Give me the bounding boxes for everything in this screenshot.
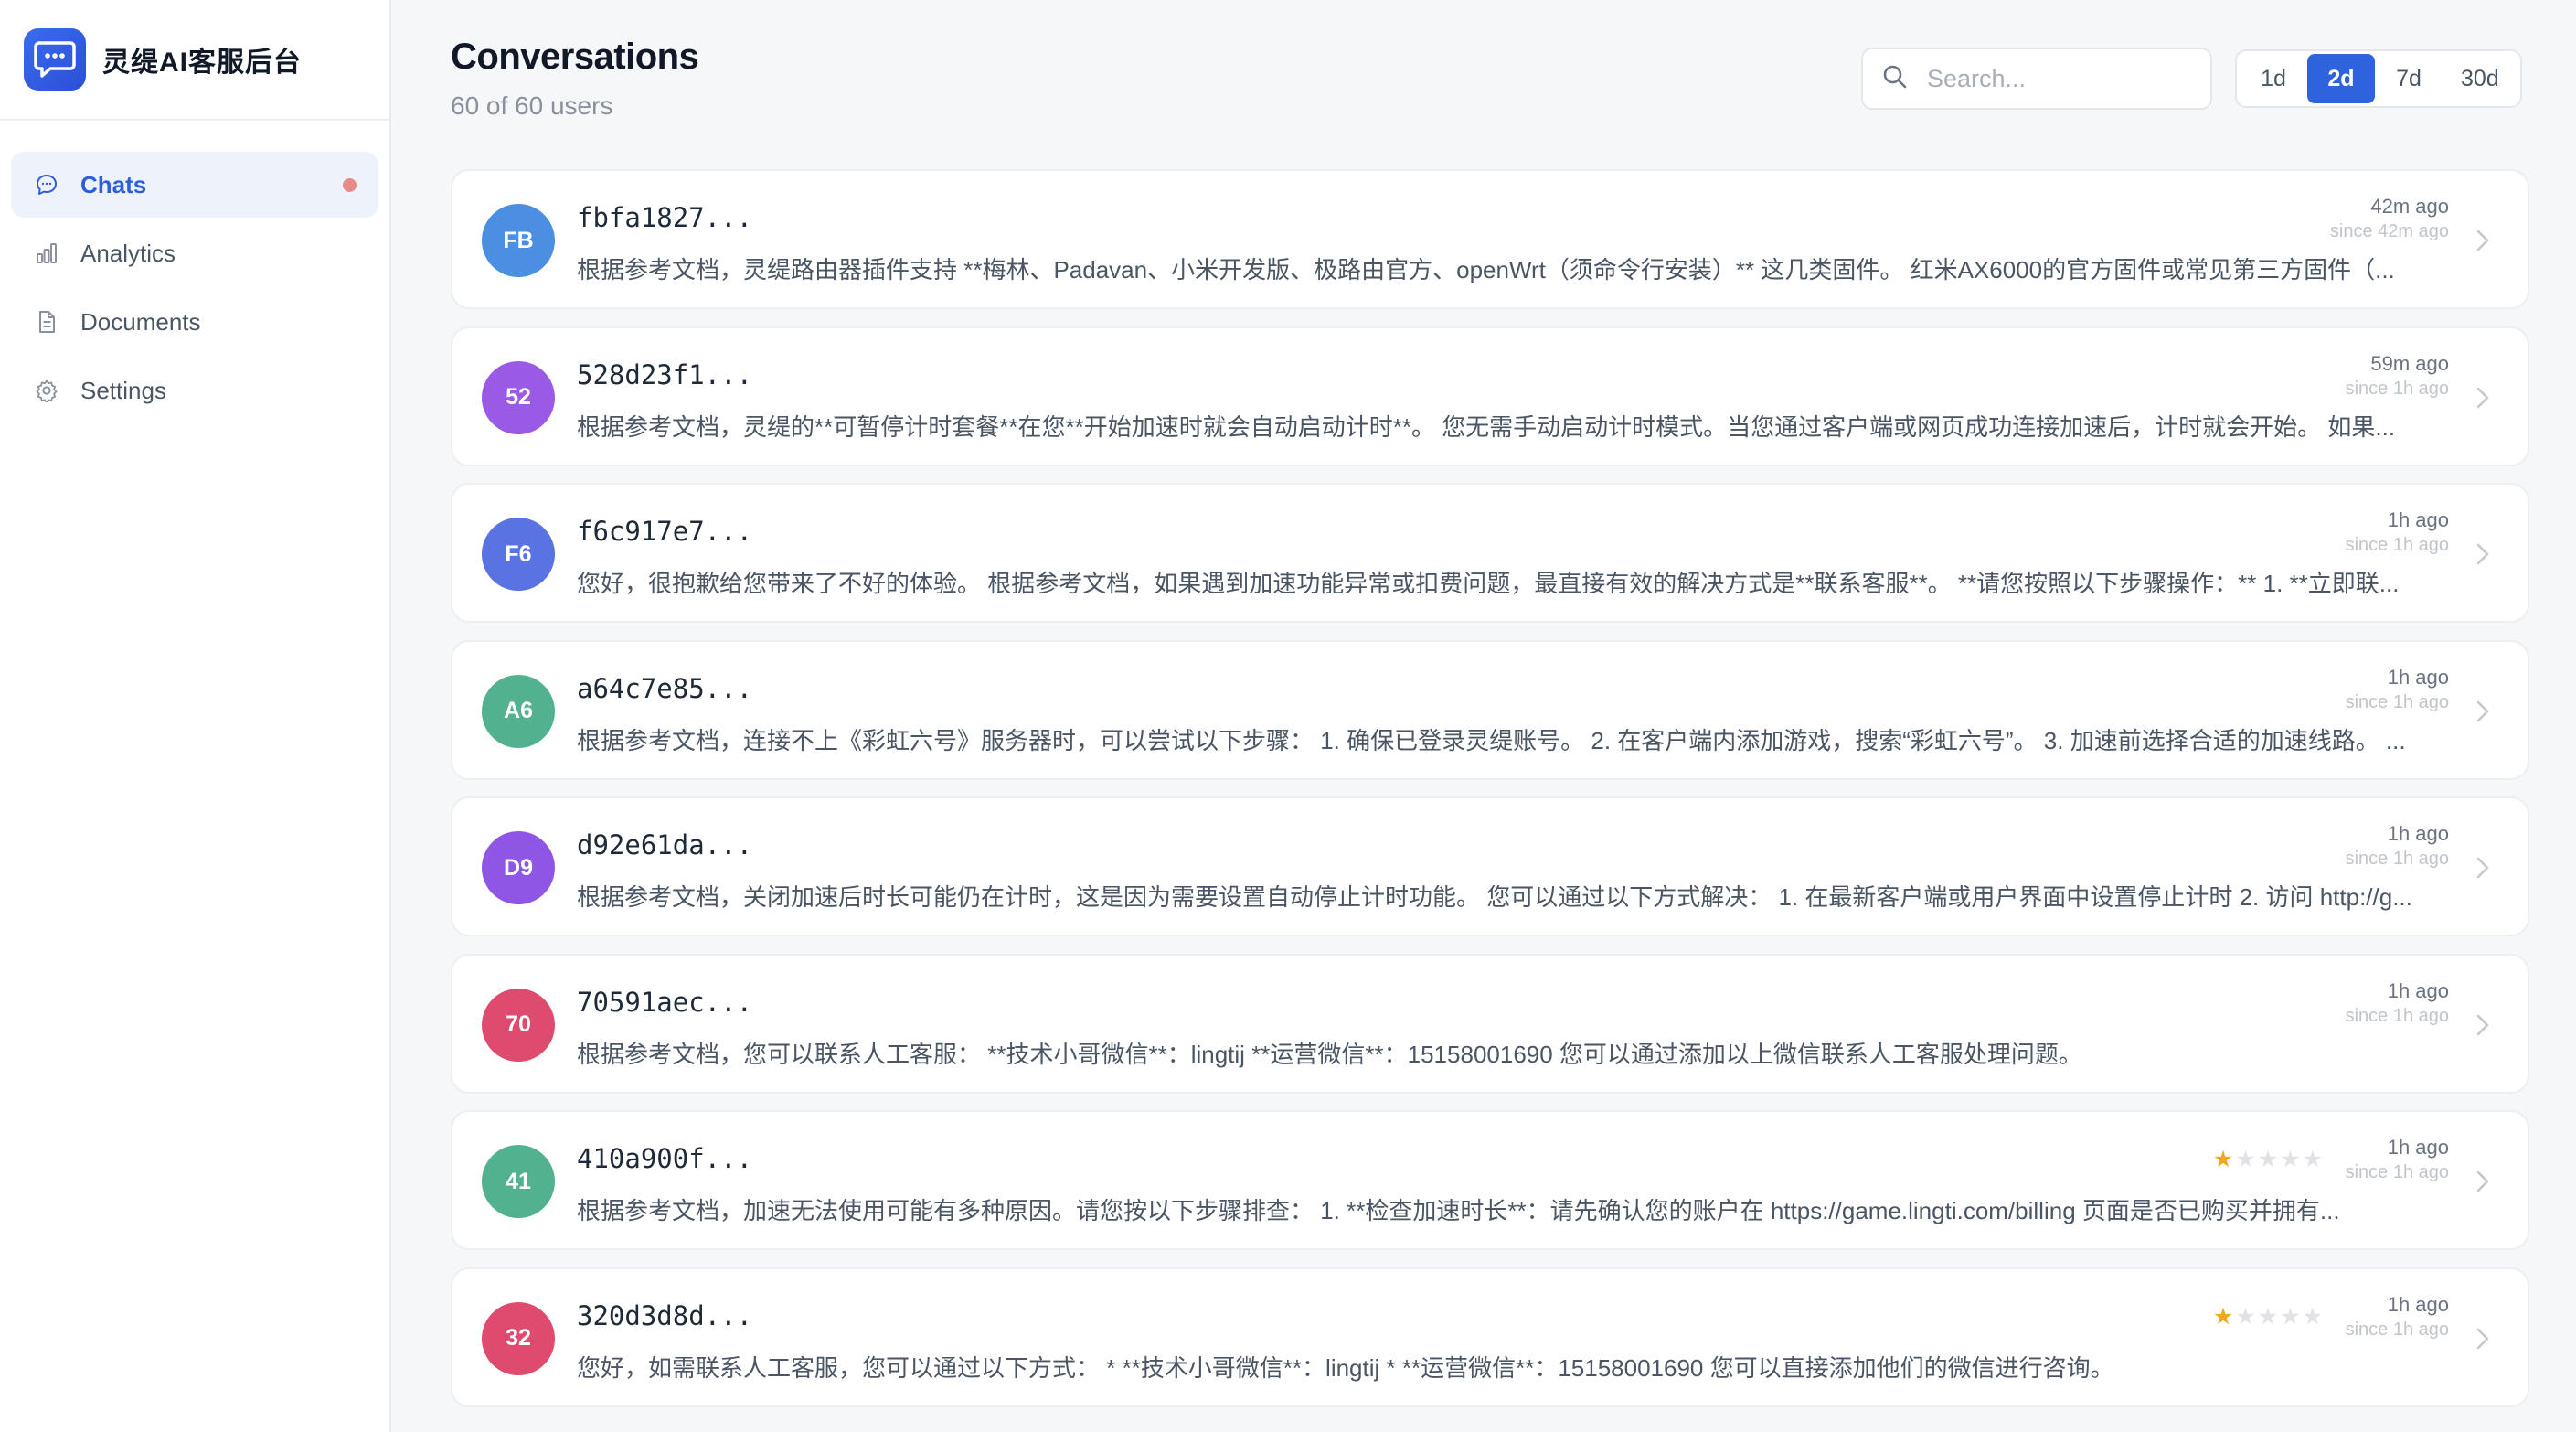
last-message-time: 1h ago: [2387, 1136, 2449, 1159]
range-1d-button[interactable]: 1d: [2240, 54, 2307, 103]
conversation-card[interactable]: 32 320d3d8d... 您好，如需联系人工客服，您可以通过以下方式： * **…: [451, 1266, 2529, 1407]
conversation-list: FB fbfa1827... 根据参考文档，灵缇路由器插件支持 **梅林、Padav…: [451, 169, 2529, 1424]
user-id: a64c7e85...: [577, 672, 753, 704]
since-time: since 1h ago: [2345, 1162, 2449, 1182]
avatar: 70: [482, 988, 555, 1062]
search-input[interactable]: [1925, 63, 2199, 94]
last-message-time: 1h ago: [2387, 822, 2449, 845]
last-message-time: 1h ago: [2387, 1292, 2449, 1316]
last-message-time: 59m ago: [2370, 351, 2449, 375]
sidebar-item-label: Chats: [80, 170, 147, 198]
user-count: 60 of 60 users: [451, 91, 613, 120]
message-preview: 根据参考文档，您可以联系人工客服： **技术小哥微信**：lingtij **运…: [577, 1040, 2082, 1068]
user-id: fbfa1827...: [577, 202, 753, 233]
range-30d-button[interactable]: 30d: [2443, 54, 2517, 103]
user-id: d92e61da...: [577, 829, 753, 860]
main-content: Conversations 60 of 60 users 1d 2d 7d 30…: [391, 0, 2576, 1432]
search-box[interactable]: [1861, 48, 2212, 110]
sidebar-nav: Chats Analytics Documents Settings: [0, 121, 389, 423]
last-message-time: 1h ago: [2387, 508, 2449, 531]
since-time: since 1h ago: [2345, 1319, 2449, 1340]
message-preview: 根据参考文档，关闭加速后时长可能仍在计时，这是因为需要设置自动停止计时功能。 您…: [577, 883, 2412, 911]
user-id: f6c917e7...: [577, 516, 753, 547]
star-icon: ★: [2302, 1303, 2323, 1330]
sidebar-item-settings[interactable]: Settings: [11, 358, 378, 423]
unread-badge: [343, 177, 357, 192]
conversation-card[interactable]: F6 f6c917e7... 您好，很抱歉给您带来了不好的体验。 根据参考文档，如果…: [451, 483, 2529, 623]
chevron-right-icon: [2469, 1007, 2496, 1043]
since-time: since 1h ago: [2345, 535, 2449, 555]
range-7d-button[interactable]: 7d: [2375, 54, 2443, 103]
search-icon: [1881, 63, 1909, 95]
sidebar-item-analytics[interactable]: Analytics: [11, 220, 378, 286]
rating-stars: ★ ★ ★ ★ ★: [2211, 1303, 2323, 1330]
gear-icon: [33, 377, 60, 404]
chevron-right-icon: [2469, 1320, 2496, 1357]
chevron-right-icon: [2469, 1163, 2496, 1200]
star-icon: ★: [2280, 1303, 2301, 1330]
star-icon: ★: [2212, 1303, 2234, 1330]
message-preview: 根据参考文档，连接不上《彩虹六号》服务器时，可以尝试以下步骤： 1. 确保已登录…: [577, 726, 2406, 754]
range-2d-button[interactable]: 2d: [2307, 54, 2375, 103]
sidebar-item-chats[interactable]: Chats: [11, 152, 378, 218]
sidebar-item-label: Analytics: [80, 239, 176, 267]
message-preview: 根据参考文档，灵缇路由器插件支持 **梅林、Padavan、小米开发版、极路由官…: [577, 256, 2395, 283]
sidebar: 灵缇AI客服后台 Chats Analytics Documents Setti…: [0, 0, 391, 1432]
last-message-time: 1h ago: [2387, 665, 2449, 689]
app-title: 灵缇AI客服后台: [102, 48, 302, 78]
document-icon: [33, 308, 60, 336]
avatar: 32: [482, 1301, 555, 1375]
sidebar-item-label: Settings: [80, 376, 166, 404]
avatar: 52: [482, 360, 555, 434]
star-icon: ★: [2302, 1147, 2323, 1172]
star-icon: ★: [2235, 1147, 2256, 1172]
user-id: 410a900f...: [577, 1143, 753, 1174]
chevron-right-icon: [2469, 379, 2496, 416]
star-icon: ★: [2257, 1303, 2279, 1330]
since-time: since 42m ago: [2329, 221, 2449, 241]
page-title: Conversations: [451, 37, 699, 77]
since-time: since 1h ago: [2345, 849, 2449, 869]
conversation-card[interactable]: A6 a64c7e85... 根据参考文档，连接不上《彩虹六号》服务器时，可以尝试以…: [451, 639, 2529, 780]
message-preview: 您好，如需联系人工客服，您可以通过以下方式： * **技术小哥微信**：ling…: [577, 1353, 2114, 1382]
message-preview: 根据参考文档，加速无法使用可能有多种原因。请您按以下步骤排查： 1. **检查加…: [577, 1197, 2340, 1224]
since-time: since 1h ago: [2345, 1005, 2449, 1026]
avatar: FB: [482, 204, 555, 277]
since-time: since 1h ago: [2345, 691, 2449, 712]
conversation-card[interactable]: FB fbfa1827... 根据参考文档，灵缇路由器插件支持 **梅林、Padav…: [451, 169, 2529, 309]
chat-bubble-icon: [33, 171, 60, 198]
conversation-card[interactable]: 52 528d23f1... 根据参考文档，灵缇的**可暂停计时套餐**在您**开始…: [451, 326, 2529, 466]
message-preview: 您好，很抱歉给您带来了不好的体验。 根据参考文档，如果遇到加速功能异常或扣费问题…: [577, 570, 2400, 597]
chevron-right-icon: [2469, 536, 2496, 572]
chevron-right-icon: [2469, 850, 2496, 886]
last-message-time: 1h ago: [2387, 978, 2449, 1002]
since-time: since 1h ago: [2345, 378, 2449, 399]
avatar: F6: [482, 518, 555, 591]
chevron-right-icon: [2469, 693, 2496, 730]
time-range-selector: 1d 2d 7d 30d: [2235, 49, 2522, 108]
user-id: 70591aec...: [577, 986, 753, 1018]
brand-header: 灵缇AI客服后台: [0, 0, 389, 121]
last-message-time: 42m ago: [2370, 195, 2449, 218]
conversation-card[interactable]: 41 410a900f... 根据参考文档，加速无法使用可能有多种原因。请您按以下步…: [451, 1110, 2529, 1250]
star-icon: ★: [2212, 1147, 2234, 1172]
star-icon: ★: [2235, 1303, 2256, 1330]
sidebar-item-label: Documents: [80, 307, 201, 336]
conversation-card[interactable]: 70 70591aec... 根据参考文档，您可以联系人工客服： **技术小哥微信*…: [451, 953, 2529, 1094]
conversation-card[interactable]: D9 d92e61da... 根据参考文档，关闭加速后时长可能仍在计时，这是因为需要…: [451, 796, 2529, 936]
star-icon: ★: [2280, 1147, 2301, 1172]
app-logo-icon: [24, 28, 86, 91]
avatar: 41: [482, 1145, 555, 1218]
message-preview: 根据参考文档，灵缇的**可暂停计时套餐**在您**开始加速时就会自动启动计时**…: [577, 412, 2396, 441]
avatar: A6: [482, 674, 555, 748]
star-icon: ★: [2257, 1147, 2279, 1172]
bar-chart-icon: [33, 240, 60, 267]
avatar: D9: [482, 831, 555, 904]
user-id: 528d23f1...: [577, 358, 753, 390]
sidebar-item-documents[interactable]: Documents: [11, 289, 378, 355]
user-id: 320d3d8d...: [577, 1299, 753, 1331]
chevron-right-icon: [2469, 222, 2496, 259]
rating-stars: ★ ★ ★ ★ ★: [2211, 1149, 2323, 1171]
